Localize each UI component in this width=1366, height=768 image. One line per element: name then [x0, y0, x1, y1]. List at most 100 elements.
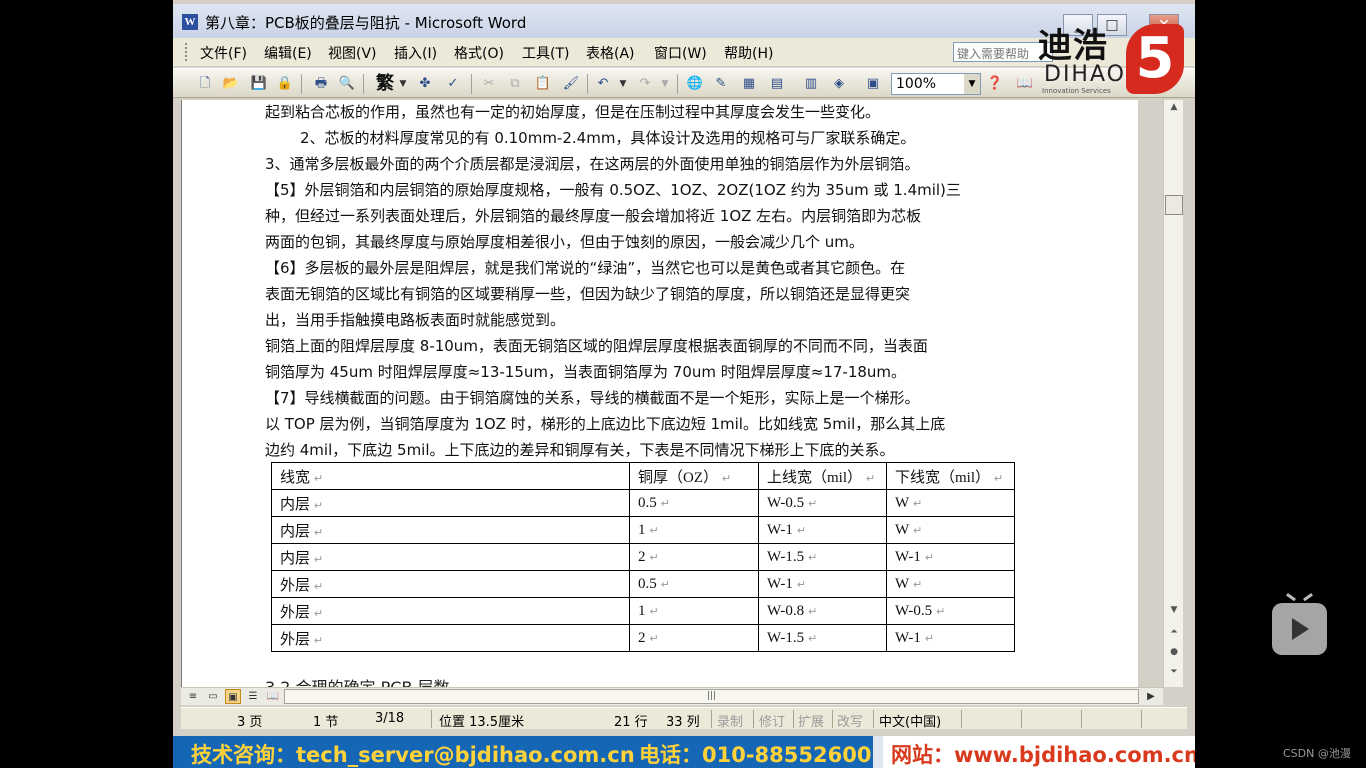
scroll-down-icon[interactable]: ▼ — [1166, 605, 1182, 619]
new-document-icon[interactable]: 🗋 — [195, 74, 215, 94]
line-width-table: 线宽 ↵ 铜厚（OZ） ↵ 上线宽（mil） ↵ 下线宽（mil） ↵ 内层 ↵ 0.5 ↵… — [271, 462, 1015, 652]
chevron-down-icon[interactable]: ▼ — [397, 74, 409, 94]
video-play-button[interactable] — [1272, 593, 1327, 655]
table-cell: W — [895, 521, 910, 538]
table-cell: W-1 — [895, 548, 921, 565]
horizontal-scrollbar[interactable]: ≡ ▭ ▣ ☰ 📖 ||| ▶ — [181, 687, 1163, 705]
menu-help[interactable]: 帮助(H) — [724, 43, 773, 63]
vertical-scroll-thumb[interactable] — [1165, 195, 1183, 215]
research-icon[interactable]: ✤ — [415, 74, 435, 94]
undo-icon[interactable]: ↶ — [593, 74, 613, 94]
permission-icon[interactable]: 🔒 — [275, 74, 295, 94]
doc-line: 两面的包铜，其最终厚度与原始厚度相差很小，但由于蚀刻的原因，一般会减少几个 um… — [265, 233, 864, 251]
tables-borders-icon[interactable]: ✎ — [711, 74, 731, 94]
status-extend[interactable]: 扩展 — [798, 711, 824, 730]
table-row: 内层 ↵ 0.5 ↵ W-0.5 ↵ W ↵ — [271, 489, 1015, 517]
status-page: 3 页 — [237, 715, 263, 730]
redo-icon[interactable]: ↷ — [635, 74, 655, 94]
reading-view-icon[interactable]: 📖 — [265, 689, 281, 704]
menu-window[interactable]: 窗口(W) — [654, 43, 707, 63]
menu-table[interactable]: 表格(A) — [586, 43, 635, 63]
cut-icon[interactable]: ✂ — [479, 74, 499, 94]
word-window: W 第八章：PCB板的叠层与阻抗 - Microsoft Word _ □ ✕ … — [173, 0, 1195, 768]
next-section-heading: 3.2 合理的确定 PCB 层数 — [265, 674, 450, 687]
table-row: 内层 ↵ 1 ↵ W-1 ↵ W ↵ — [271, 516, 1015, 544]
doc-line: 以 TOP 层为例，当铜箔厚度为 1OZ 时，梯形的上底边比下底边短 1mil。… — [265, 415, 946, 433]
normal-view-icon[interactable]: ≡ — [185, 689, 201, 704]
next-page-icon[interactable]: ⏷ — [1166, 667, 1182, 681]
logo-mark: 5 — [1126, 24, 1184, 94]
menu-view[interactable]: 视图(V) — [328, 43, 377, 63]
undo-dropdown-icon[interactable]: ▼ — [617, 74, 629, 94]
scroll-up-icon[interactable]: ▲ — [1166, 102, 1182, 116]
dihao-logo: 迪浩 DIHAO Innovation Services 5 — [1038, 10, 1188, 102]
table-cell: 2 — [638, 548, 646, 565]
insert-excel-icon[interactable]: ▤ — [767, 74, 787, 94]
status-position: 位置 13.5厘米 — [439, 715, 525, 730]
table-header-cell: 线宽 — [280, 469, 311, 486]
doc-line: 起到粘合芯板的作用，虽然也有一定的初始厚度，但是在压制过程中其厚度会发生一些变化… — [265, 103, 881, 121]
format-painter-icon[interactable]: 🖌 — [561, 74, 581, 94]
columns-icon[interactable]: ▥ — [801, 74, 821, 94]
hyperlink-icon[interactable]: 🌐 — [685, 74, 705, 94]
doc-line: 【6】多层板的最外层是阻焊层，就是我们常说的“绿油”，当然它也可以是黄色或者其它… — [265, 259, 906, 277]
previous-page-icon[interactable]: ⏶ — [1166, 627, 1182, 641]
doc-line: 边约 4mil，下底边 5mil。上下底边的差异和铜厚有关，下表是不同情况下梯形… — [265, 441, 895, 459]
browse-object-icon[interactable]: ● — [1166, 647, 1182, 661]
print-layout-view-icon[interactable]: ▣ — [225, 689, 241, 704]
print-preview-icon[interactable]: 🔍 — [337, 74, 357, 94]
table-cell: 内层 — [280, 523, 311, 540]
banner-website: 网站：www.bjdihao.com.cn — [891, 743, 1195, 767]
banner-website-panel: 网站：www.bjdihao.com.cn — [873, 736, 1195, 768]
menu-file[interactable]: 文件(F) — [200, 43, 247, 63]
drawing-icon[interactable]: ◈ — [829, 74, 849, 94]
vertical-scrollbar[interactable]: ▲ ▼ ⏶ ● ⏷ — [1163, 100, 1183, 687]
doc-line: 【5】外层铜箔和内层铜箔的原始厚度规格，一般有 0.5OZ、1OZ、2OZ(1O… — [265, 181, 961, 199]
status-page-of: 3/18 — [375, 711, 405, 726]
zoom-dropdown-icon[interactable]: ▼ — [964, 74, 980, 94]
menu-tools[interactable]: 工具(T) — [522, 43, 569, 63]
insert-table-icon[interactable]: ▦ — [739, 74, 759, 94]
banner-phone: 电话：010-88552600 — [639, 743, 872, 767]
status-bar: 3 页 1 节 3/18 位置 13.5厘米 21 行 33 列 录制 修订 扩… — [181, 707, 1187, 730]
document-page[interactable]: 起到粘合芯板的作用，虽然也有一定的初始厚度，但是在压制过程中其厚度会发生一些变化… — [181, 100, 1138, 687]
table-row: 外层 ↵ 1 ↵ W-0.8 ↵ W-0.5 ↵ — [271, 597, 1015, 625]
status-record[interactable]: 录制 — [717, 711, 743, 730]
paste-icon[interactable]: 📋 — [533, 74, 553, 94]
table-cell: 内层 — [280, 550, 311, 567]
redo-dropdown-icon[interactable]: ▼ — [659, 74, 671, 94]
status-column: 33 列 — [666, 715, 700, 730]
status-section: 1 节 — [313, 715, 339, 730]
doc-line: 2、芯板的材料厚度常见的有 0.10mm-2.4mm，具体设计及选用的规格可与厂… — [300, 129, 916, 147]
zoom-select[interactable]: 100% ▼ — [891, 73, 981, 95]
doc-line: 铜箔厚为 45um 时阻焊层厚度≈13-15um，当表面铜箔厚为 70um 时阻… — [265, 363, 907, 381]
outline-view-icon[interactable]: ☰ — [245, 689, 261, 704]
spelling-icon[interactable]: ✓ — [443, 74, 463, 94]
table-header-row: 线宽 ↵ 铜厚（OZ） ↵ 上线宽（mil） ↵ 下线宽（mil） ↵ — [271, 462, 1015, 490]
menu-insert[interactable]: 插入(I) — [394, 43, 437, 63]
table-cell: W-1 — [895, 629, 921, 646]
copy-icon[interactable]: ⧉ — [505, 74, 525, 94]
document-map-icon[interactable]: ▣ — [863, 74, 883, 94]
print-icon[interactable]: 🖶 — [311, 74, 331, 94]
web-view-icon[interactable]: ▭ — [205, 689, 221, 704]
horizontal-scroll-thumb[interactable]: ||| — [284, 689, 1139, 704]
table-cell: W — [895, 494, 910, 511]
table-cell: 外层 — [280, 577, 311, 594]
menu-grip[interactable] — [185, 43, 188, 61]
scroll-right-icon[interactable]: ▶ — [1143, 689, 1159, 704]
save-icon[interactable]: 💾 — [249, 74, 269, 94]
table-cell: 2 — [638, 629, 646, 646]
read-icon[interactable]: 📖 — [1015, 74, 1035, 94]
table-cell: 1 — [638, 521, 646, 538]
table-cell: W-1.5 — [767, 548, 805, 565]
help-icon[interactable]: ❓ — [985, 74, 1005, 94]
traditional-chinese-button[interactable]: 繁 — [372, 74, 398, 94]
status-overtype[interactable]: 改写 — [837, 711, 863, 730]
doc-line: 出，当用手指触摸电路板表面时就能感觉到。 — [265, 311, 566, 329]
menu-edit[interactable]: 编辑(E) — [264, 43, 312, 63]
status-track-changes[interactable]: 修订 — [759, 711, 785, 730]
menu-format[interactable]: 格式(O) — [454, 43, 504, 63]
doc-line: 【7】导线横截面的问题。由于铜箔腐蚀的关系，导线的横截面不是一个矩形，实际上是一… — [265, 389, 920, 407]
open-folder-icon[interactable]: 📂 — [221, 74, 241, 94]
